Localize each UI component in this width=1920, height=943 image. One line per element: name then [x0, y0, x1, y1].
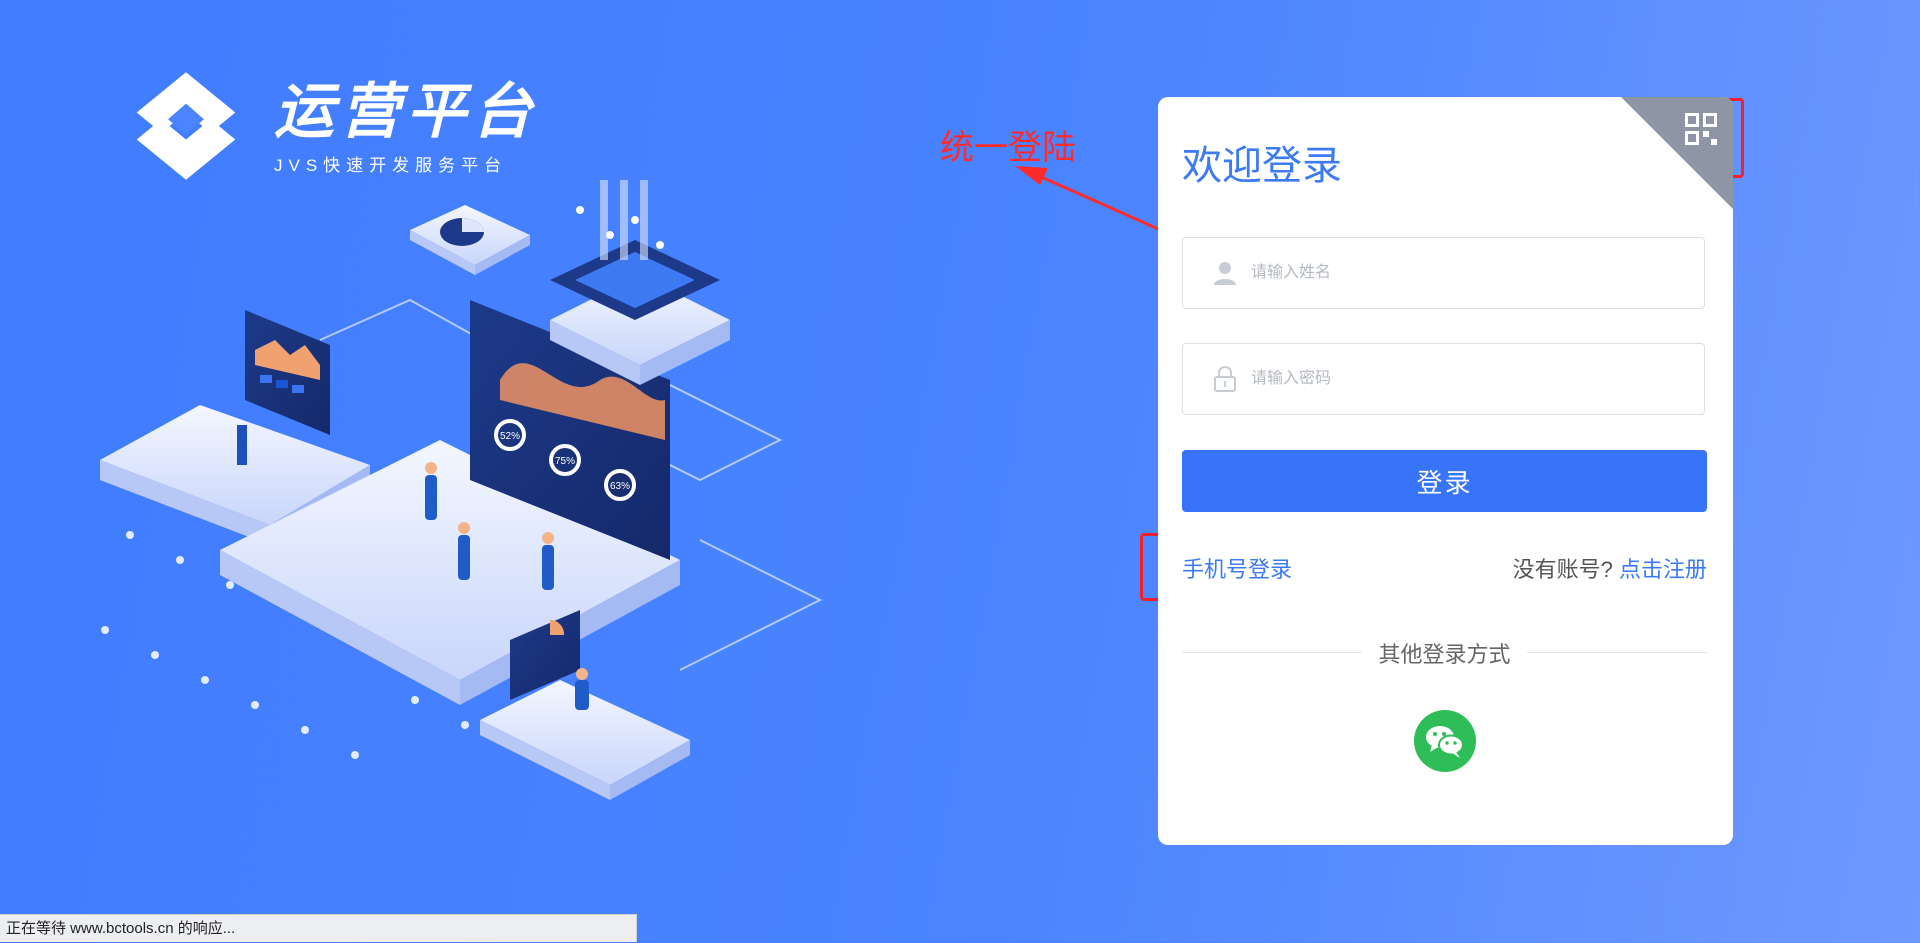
qr-code-toggle[interactable]	[1621, 97, 1733, 209]
no-account-text: 没有账号?	[1512, 557, 1613, 582]
other-login-divider: 其他登录方式	[1182, 637, 1707, 667]
username-field[interactable]	[1182, 237, 1705, 309]
lock-icon	[1214, 366, 1236, 392]
brand-title: 运营平台	[274, 77, 538, 145]
username-input[interactable]	[1249, 263, 1704, 283]
dashboard-pct-3: 63%	[610, 481, 630, 492]
isometric-illustration: 52% 75% 63%	[100, 180, 823, 800]
dashboard-pct-1: 52%	[500, 431, 520, 442]
annotation-label: 统一登陆	[940, 129, 1076, 167]
wechat-login-button[interactable]	[1414, 710, 1476, 772]
register-link[interactable]: 点击注册	[1619, 557, 1707, 582]
password-field[interactable]	[1182, 343, 1705, 415]
login-button[interactable]: 登录	[1182, 450, 1707, 512]
wechat-icon	[1426, 726, 1464, 758]
other-login-label: 其他登录方式	[1378, 642, 1511, 667]
login-card: 欢迎登录 登录 手机号登录 没有账号? 点击注册 其他登录方式	[1158, 97, 1733, 845]
brand-logo: 运营平台 JVS快速开发服务平台	[130, 70, 538, 182]
divider-line-right	[1527, 652, 1707, 653]
welcome-title: 欢迎登录	[1182, 144, 1342, 188]
qr-code-icon	[1621, 97, 1733, 209]
user-icon	[1214, 262, 1236, 285]
logo-mark-icon	[136, 72, 236, 180]
password-input[interactable]	[1249, 369, 1704, 389]
dashboard-pct-2: 75%	[555, 456, 575, 467]
browser-status-bar: 正在等待 www.bctools.cn 的响应...	[0, 914, 637, 942]
brand-subtitle: JVS快速开发服务平台	[274, 155, 508, 175]
register-row: 没有账号? 点击注册	[1513, 552, 1707, 584]
phone-login-link[interactable]: 手机号登录	[1182, 552, 1292, 584]
